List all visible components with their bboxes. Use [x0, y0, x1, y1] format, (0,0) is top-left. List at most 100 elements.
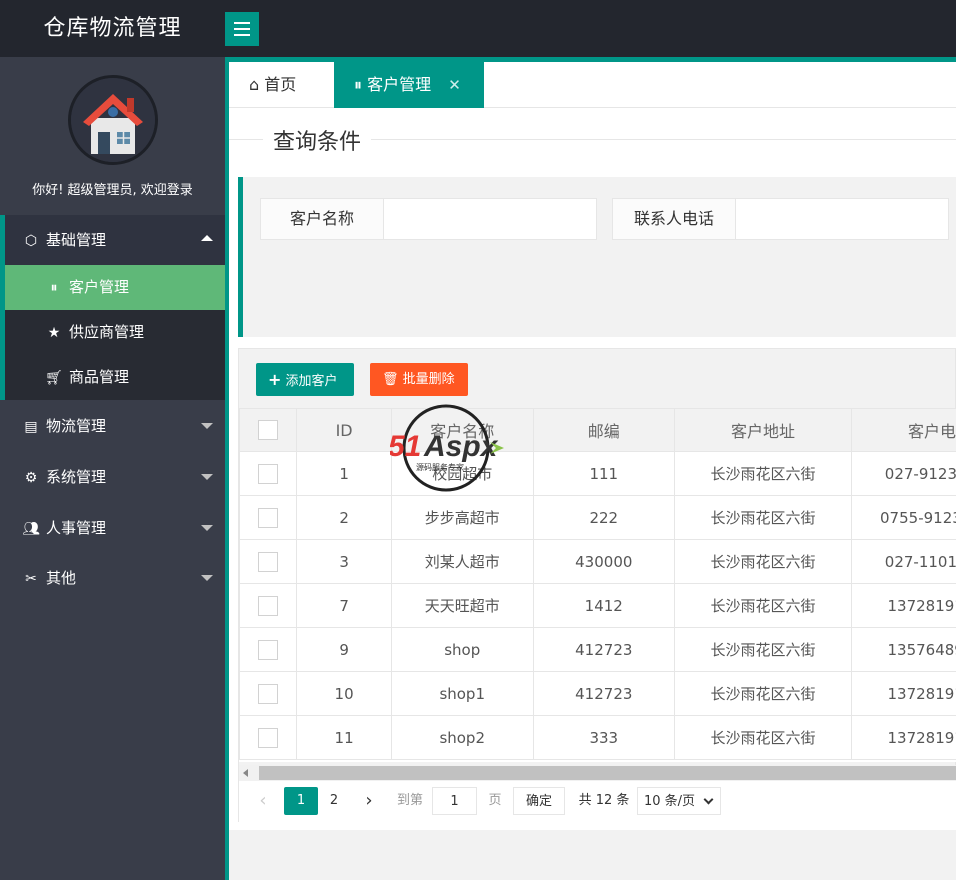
cell-name: shop2 [390, 715, 534, 760]
cell-name: 天天旺超市 [390, 583, 534, 628]
hamburger-icon [234, 22, 250, 24]
cell-phone: 13728191321 [850, 671, 956, 716]
sidebar-item-hr[interactable]: 👥︎ 人事管理 [0, 503, 225, 553]
sidebar: 你好! 超级管理员, 欢迎登录 ⬡ 基础管理 ⏸ 客户管理 ★ 供应商管理 🛒︎ 商品管… [0, 57, 225, 880]
prev-page-button[interactable]: ‹ [253, 787, 273, 815]
star-icon: ★ [47, 325, 61, 341]
goto-label: 到第 [396, 793, 423, 808]
add-customer-button[interactable]: + 添加客户 [256, 363, 354, 396]
sidebar-item-label: 供应商管理 [69, 323, 145, 341]
pause-circle-icon: ⏸ [50, 280, 58, 296]
trash-icon: 🗑︎ [382, 372, 399, 387]
confirm-button[interactable]: 确定 [513, 787, 565, 815]
table-panel: + 添加客户 🗑︎ 批量删除 ID 客户名称 邮编 客户地址 客户电 1 校园超… [238, 348, 956, 823]
page-unit-label: 页 [488, 793, 502, 808]
row-checkbox[interactable] [258, 595, 279, 616]
column-header[interactable]: 客户名称 [390, 408, 534, 452]
sidebar-item-other[interactable]: ✂ 其他 [0, 553, 225, 603]
cell-phone: 13576489382 [850, 627, 956, 672]
next-page-button[interactable]: › [359, 787, 379, 815]
row-checkbox[interactable] [258, 551, 279, 572]
query-form: 客户名称 联系人电话 [238, 177, 956, 337]
column-header[interactable]: 客户电话 [850, 408, 956, 452]
cell-address: 长沙雨花区六街 [674, 495, 852, 540]
main-content: 查询条件 客户名称 联系人电话 + 添加客户 🗑︎ 批量删除 ID 客户名称 邮… [229, 108, 956, 830]
page-size-select[interactable]: 10 条/页 [637, 787, 721, 815]
page-size-value: 10 条/页 [644, 794, 696, 809]
home-icon: ⌂ [249, 75, 260, 94]
row-checkbox[interactable] [258, 683, 279, 704]
chevron-down-icon [703, 794, 714, 805]
sidebar-item-system[interactable]: ⚙ 系统管理 [0, 452, 225, 502]
sidebar-item-label: 基础管理 [46, 231, 107, 249]
row-checkbox[interactable] [258, 507, 279, 528]
contact-phone-input[interactable] [736, 199, 948, 239]
page-button-2[interactable]: 2 [319, 787, 349, 815]
customer-table: ID 客户名称 邮编 客户地址 客户电话 1 校园超市 111 长沙雨花区六街 [239, 408, 956, 762]
cell-phone: 0755-91231313 [850, 495, 956, 540]
cell-address: 长沙雨花区六街 [674, 451, 852, 496]
select-all-checkbox[interactable] [258, 420, 279, 441]
sidebar-item-label: 其他 [46, 569, 77, 587]
sidebar-item-logistics[interactable]: ▤ 物流管理 [0, 401, 225, 451]
horizontal-scrollbar[interactable] [239, 765, 956, 781]
sidebar-item-label: 人事管理 [46, 519, 107, 537]
table-row: 3 刘某人超市 430000 长沙雨花区六街 027-11011011 [239, 539, 956, 584]
cell-id: 11 [296, 715, 392, 760]
total-count: 共 12 条 [578, 793, 630, 808]
cell-phone: 13728191321 [850, 583, 956, 628]
sidebar-item-basic[interactable]: ⬡ 基础管理 [0, 215, 225, 265]
scroll-left-icon[interactable] [243, 769, 248, 777]
cell-id: 3 [296, 539, 392, 584]
close-icon[interactable]: ✕ [448, 76, 461, 94]
app-title: 仓库物流管理 [43, 16, 182, 41]
tab-bar: ⌂ 首页 ⏸ 客户管理 ✕ [229, 62, 956, 108]
column-header[interactable]: 邮编 [532, 408, 676, 452]
menu-toggle-button[interactable] [225, 12, 259, 46]
page-button-1[interactable]: 1 [284, 787, 318, 815]
batch-delete-button[interactable]: 🗑︎ 批量删除 [370, 363, 468, 396]
cell-id: 2 [296, 495, 392, 540]
customer-name-field: 客户名称 [260, 198, 597, 240]
caret-up-icon [201, 235, 213, 241]
customer-name-input[interactable] [384, 199, 596, 239]
avatar[interactable] [68, 75, 158, 165]
page-jump-input[interactable]: 1 [432, 787, 477, 815]
cell-id: 7 [296, 583, 392, 628]
sidebar-item-suppliers[interactable]: ★ 供应商管理 [5, 310, 225, 355]
tab-home[interactable]: ⌂ 首页 [229, 62, 334, 108]
cell-address: 长沙雨花区六街 [674, 627, 852, 672]
cell-id: 10 [296, 671, 392, 716]
cell-name: shop [390, 627, 534, 672]
row-checkbox[interactable] [258, 463, 279, 484]
column-header[interactable]: 客户地址 [674, 408, 852, 452]
cell-zip: 430000 [532, 539, 676, 584]
query-legend: 查询条件 [263, 124, 372, 156]
submenu-basic: ⏸ 客户管理 ★ 供应商管理 🛒︎ 商品管理 [0, 265, 225, 400]
sidebar-item-customers[interactable]: ⏸ 客户管理 [5, 265, 225, 310]
house-icon [71, 78, 155, 162]
caret-down-icon [201, 474, 213, 480]
column-header[interactable]: ID [296, 408, 392, 452]
table-row: 2 步步高超市 222 长沙雨花区六街 0755-91231313 [239, 495, 956, 540]
row-checkbox[interactable] [258, 727, 279, 748]
row-checkbox[interactable] [258, 639, 279, 660]
select-all-cell [239, 408, 298, 452]
cell-zip: 412723 [532, 671, 676, 716]
cell-name: shop1 [390, 671, 534, 716]
table-row: 9 shop 412723 长沙雨花区六街 13576489382 [239, 627, 956, 672]
cell-zip: 333 [532, 715, 676, 760]
cell-address: 长沙雨花区六街 [674, 715, 852, 760]
cell-address: 长沙雨花区六街 [674, 671, 852, 716]
tab-customers[interactable]: ⏸ 客户管理 ✕ [334, 62, 484, 108]
scrollbar-thumb[interactable] [259, 766, 956, 780]
table-row: 10 shop1 412723 长沙雨花区六街 13728191321 [239, 671, 956, 716]
sidebar-item-label: 客户管理 [69, 278, 130, 296]
cell-zip: 111 [532, 451, 676, 496]
table-header-row: ID 客户名称 邮编 客户地址 客户电话 [239, 408, 956, 452]
cell-name: 刘某人超市 [390, 539, 534, 584]
button-label: 批量删除 [402, 372, 455, 387]
sidebar-item-label: 商品管理 [69, 368, 130, 386]
pause-circle-icon: ⏸ [354, 75, 363, 94]
sidebar-item-goods[interactable]: 🛒︎ 商品管理 [5, 355, 225, 400]
